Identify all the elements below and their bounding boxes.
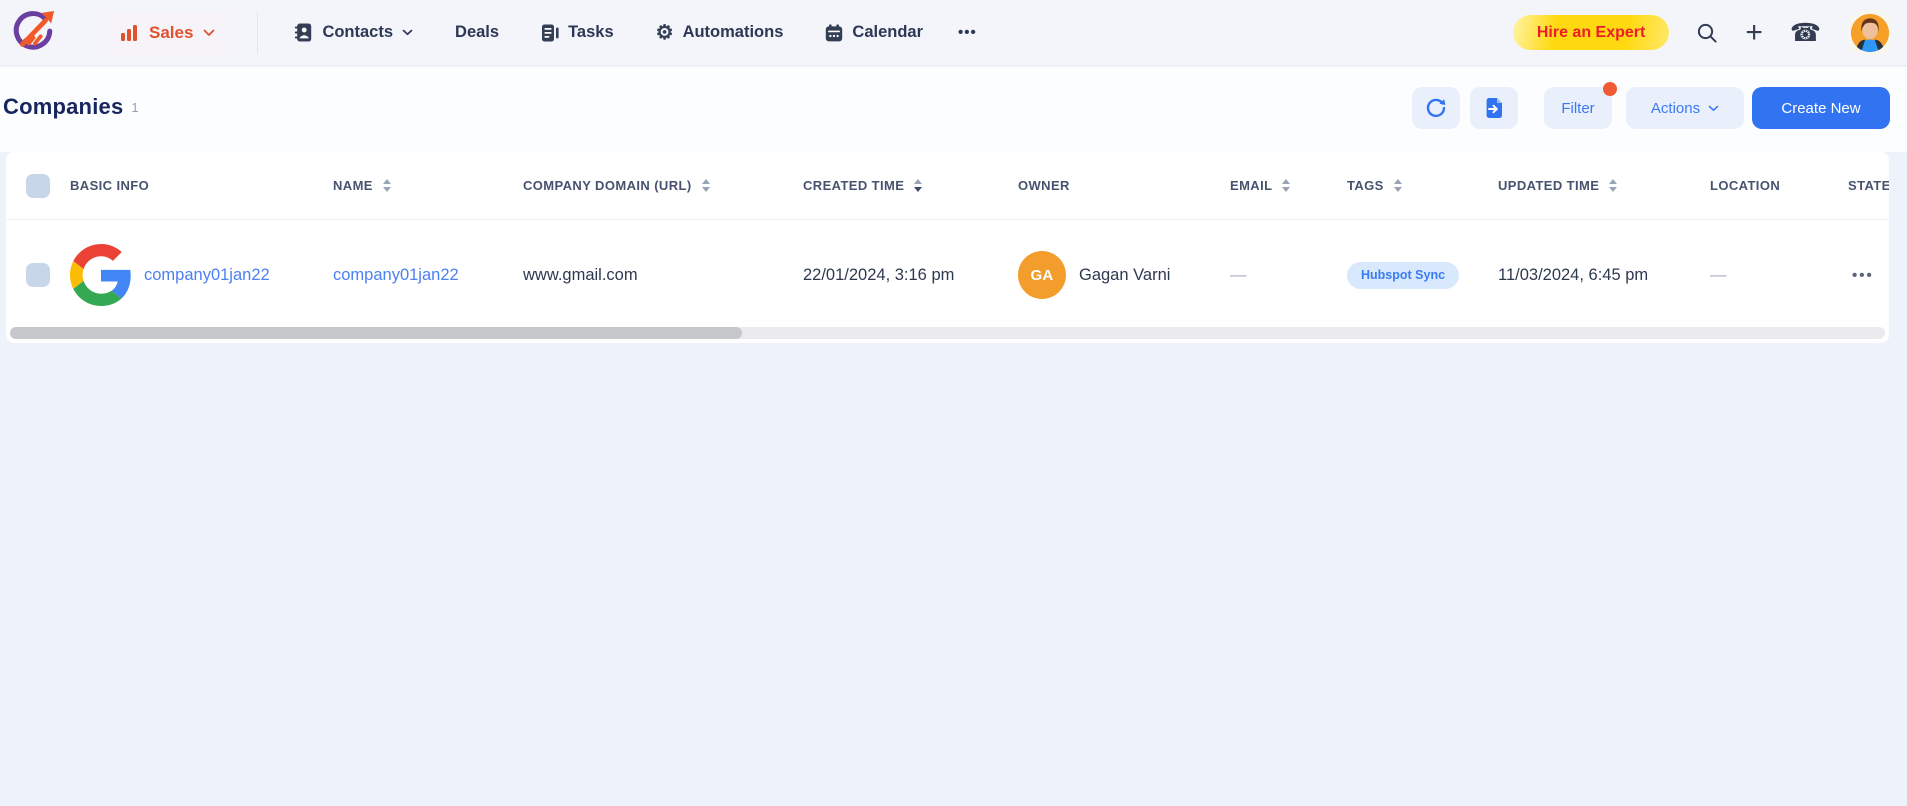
updated-time-cell: 11/03/2024, 6:45 pm (1498, 265, 1649, 284)
plus-icon: + (1745, 15, 1763, 49)
filter-notification-dot (1603, 82, 1617, 96)
row-actions-cell: ••• (1852, 220, 1874, 330)
horizontal-scrollbar-thumb[interactable] (10, 327, 742, 339)
location-cell: — (1710, 265, 1727, 284)
column-header-email[interactable]: EMAIL (1230, 152, 1291, 219)
sort-icon-desc-active[interactable] (914, 179, 923, 192)
nav-divider (257, 11, 259, 54)
chevron-down-icon (402, 29, 413, 36)
table-row: company01jan22 company01jan22 www.gmail.… (6, 220, 1889, 330)
name-cell: company01jan22 (333, 220, 459, 330)
nav-item-label: Calendar (852, 23, 924, 41)
record-count: 1 (131, 99, 139, 115)
hire-an-expert-button[interactable]: Hire an Expert (1512, 15, 1670, 50)
row-checkbox[interactable] (26, 263, 50, 287)
nav-item-label: Deals (455, 23, 500, 41)
bar-chart-icon (121, 24, 137, 41)
top-navigation: Sales Contacts Deals Tasks ⚙ Automations… (0, 0, 1907, 66)
nav-item-label: Automations (682, 23, 784, 41)
chevron-down-icon (1708, 105, 1719, 111)
column-header-created-time[interactable]: CREATED TIME (803, 152, 923, 219)
row-checkbox-cell (26, 220, 50, 330)
tags-cell: Hubspot Sync (1347, 220, 1460, 330)
column-header-owner[interactable]: OWNER (1018, 152, 1070, 219)
filter-label: Filter (1561, 99, 1595, 117)
hire-an-expert-label: Hire an Expert (1536, 23, 1646, 41)
basic-info-link[interactable]: company01jan22 (144, 266, 270, 285)
column-header-basic-info[interactable]: BASIC INFO (70, 152, 149, 219)
actions-label: Actions (1650, 99, 1701, 117)
create-new-button[interactable]: Create New (1752, 87, 1890, 129)
sort-icon[interactable] (382, 179, 391, 192)
table-header-row: BASIC INFO NAME COMPANY DOMAIN (URL) CRE… (6, 152, 1889, 220)
page-header: Companies 1 Filter Actions Create New (0, 67, 1907, 152)
chevron-down-icon (204, 29, 215, 36)
page-title: Companies (3, 94, 124, 119)
refresh-icon (1426, 98, 1446, 118)
company-domain-cell: www.gmail.com (523, 265, 638, 284)
column-header-state[interactable]: STATE (1848, 152, 1889, 219)
row-more-menu-icon[interactable]: ••• (1852, 267, 1874, 284)
sort-icon[interactable] (701, 179, 710, 192)
user-avatar[interactable] (1848, 10, 1892, 55)
nav-item-automations[interactable]: ⚙ Automations (656, 23, 784, 43)
search-button[interactable] (1696, 22, 1718, 44)
nav-item-calendar[interactable]: Calendar (825, 23, 923, 42)
column-header-company-domain[interactable]: COMPANY DOMAIN (URL) (523, 152, 710, 219)
owner-cell: GA Gagan Varni (1018, 220, 1170, 330)
basic-info-cell: company01jan22 (70, 220, 270, 330)
owner-avatar: GA (1018, 251, 1066, 299)
column-header-updated-time[interactable]: UPDATED TIME (1498, 152, 1618, 219)
gear-icon: ⚙ (655, 21, 674, 44)
select-all-checkbox-cell (26, 152, 50, 219)
nav-item-contacts[interactable]: Contacts (294, 23, 413, 42)
filter-button[interactable]: Filter (1544, 82, 1617, 129)
column-header-tags[interactable]: TAGS (1347, 152, 1402, 219)
salesmate-logo-icon[interactable] (10, 10, 56, 56)
tag-badge: Hubspot Sync (1347, 261, 1460, 289)
contacts-book-icon (295, 23, 312, 42)
horizontal-scrollbar-track[interactable] (10, 327, 1885, 339)
refresh-button[interactable] (1412, 87, 1460, 129)
phone-icon: ☎ (1789, 18, 1821, 47)
sort-icon[interactable] (1282, 179, 1291, 192)
workspace-switcher-sales[interactable]: Sales (100, 10, 236, 55)
phone-button[interactable]: ☎ (1790, 18, 1821, 48)
nav-item-label: Contacts (322, 23, 394, 41)
page-title-row: Companies 1 (3, 94, 139, 120)
actions-button[interactable]: Actions (1626, 87, 1744, 129)
create-new-label: Create New (1781, 99, 1861, 117)
email-cell: — (1230, 265, 1247, 284)
export-button[interactable] (1470, 87, 1518, 129)
google-logo-icon (70, 244, 131, 306)
owner-name: Gagan Varni (1079, 265, 1171, 284)
quick-add-button[interactable]: + (1745, 15, 1763, 49)
sort-icon[interactable] (1609, 179, 1618, 192)
company-name-link[interactable]: company01jan22 (333, 266, 459, 285)
calendar-icon (826, 23, 843, 41)
sort-icon[interactable] (1393, 179, 1402, 192)
select-all-checkbox[interactable] (26, 173, 50, 198)
column-header-location[interactable]: LOCATION (1710, 152, 1780, 219)
nav-item-label: Tasks (568, 23, 614, 41)
workspace-label: Sales (149, 22, 194, 42)
nav-item-tasks[interactable]: Tasks (541, 23, 614, 42)
toolbar: Filter Actions Create New (1412, 82, 1890, 129)
created-time-cell: 22/01/2024, 3:16 pm (803, 265, 955, 284)
topnav-right-cluster: Hire an Expert + ☎ (1512, 10, 1907, 55)
export-icon (1486, 98, 1502, 118)
user-avatar-image (1850, 13, 1890, 52)
tasks-icon (542, 24, 559, 41)
search-icon (1698, 23, 1717, 43)
nav-more-menu[interactable]: ••• (958, 24, 977, 41)
column-header-name[interactable]: NAME (333, 152, 391, 219)
nav-item-deals[interactable]: Deals (455, 23, 499, 42)
companies-table: BASIC INFO NAME COMPANY DOMAIN (URL) CRE… (6, 152, 1889, 343)
